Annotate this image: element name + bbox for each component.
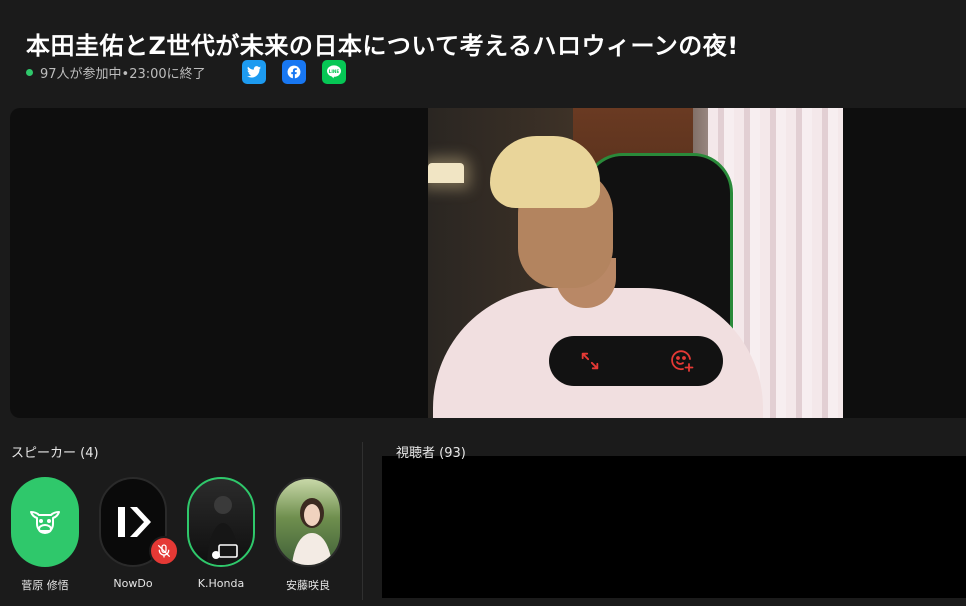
- speaker-item[interactable]: 菅原 修悟: [10, 477, 80, 593]
- speaker-item[interactable]: 安藤咲良: [273, 477, 343, 593]
- mic-off-icon: [158, 544, 170, 558]
- speaker-item[interactable]: NowDo: [98, 477, 168, 590]
- avatar: [11, 477, 79, 567]
- expand-icon: [581, 352, 599, 370]
- share-twitter-button[interactable]: [242, 60, 266, 84]
- viewers-list: [382, 456, 966, 598]
- viewers-heading: 視聴者 (93): [396, 446, 466, 461]
- video-controls-overlay: [549, 336, 723, 386]
- share-line-button[interactable]: LINE: [322, 60, 346, 84]
- header: 本田圭佑とZ世代が未来の日本について考えるハロウィーンの夜! 97人が参加中•2…: [0, 0, 966, 100]
- video-lamp: [428, 163, 464, 183]
- room-status: 97人が参加中•23:00に終了: [26, 63, 206, 82]
- add-reaction-button[interactable]: [669, 348, 695, 374]
- avatar: [274, 477, 342, 567]
- speaker-name: K.Honda: [197, 577, 245, 590]
- speaker-name: 安藤咲良: [286, 579, 330, 592]
- share-facebook-button[interactable]: [282, 60, 306, 84]
- live-indicator: [26, 68, 33, 76]
- speaker-name: 菅原 修悟: [21, 579, 69, 592]
- facebook-icon: [287, 65, 301, 79]
- svg-text:LINE: LINE: [329, 69, 340, 74]
- cow-icon: [30, 511, 60, 534]
- speaker-name: NowDo: [113, 577, 153, 590]
- panel-divider: [362, 442, 363, 600]
- muted-badge: [149, 536, 179, 566]
- twitter-icon: [247, 66, 261, 78]
- line-icon: LINE: [327, 65, 341, 79]
- speakers-heading: スピーカー (4): [11, 446, 99, 461]
- add-reaction-icon: [671, 350, 694, 372]
- status-text: 97人が参加中•23:00に終了: [40, 66, 206, 82]
- avatar: [187, 477, 255, 567]
- screen-share-icon: [211, 543, 239, 561]
- video-stage: [10, 108, 966, 418]
- expand-button[interactable]: [577, 348, 603, 374]
- speaker-item[interactable]: K.Honda: [186, 477, 256, 590]
- video-person-hair: [490, 136, 600, 208]
- nowdo-logo: [118, 507, 151, 537]
- person-photo: [292, 498, 332, 565]
- page-title: 本田圭佑とZ世代が未来の日本について考えるハロウィーンの夜!: [26, 32, 739, 60]
- participants-panel: スピーカー (4) 視聴者 (93) 菅原 修悟 NowDo K.Honda 安…: [0, 430, 966, 606]
